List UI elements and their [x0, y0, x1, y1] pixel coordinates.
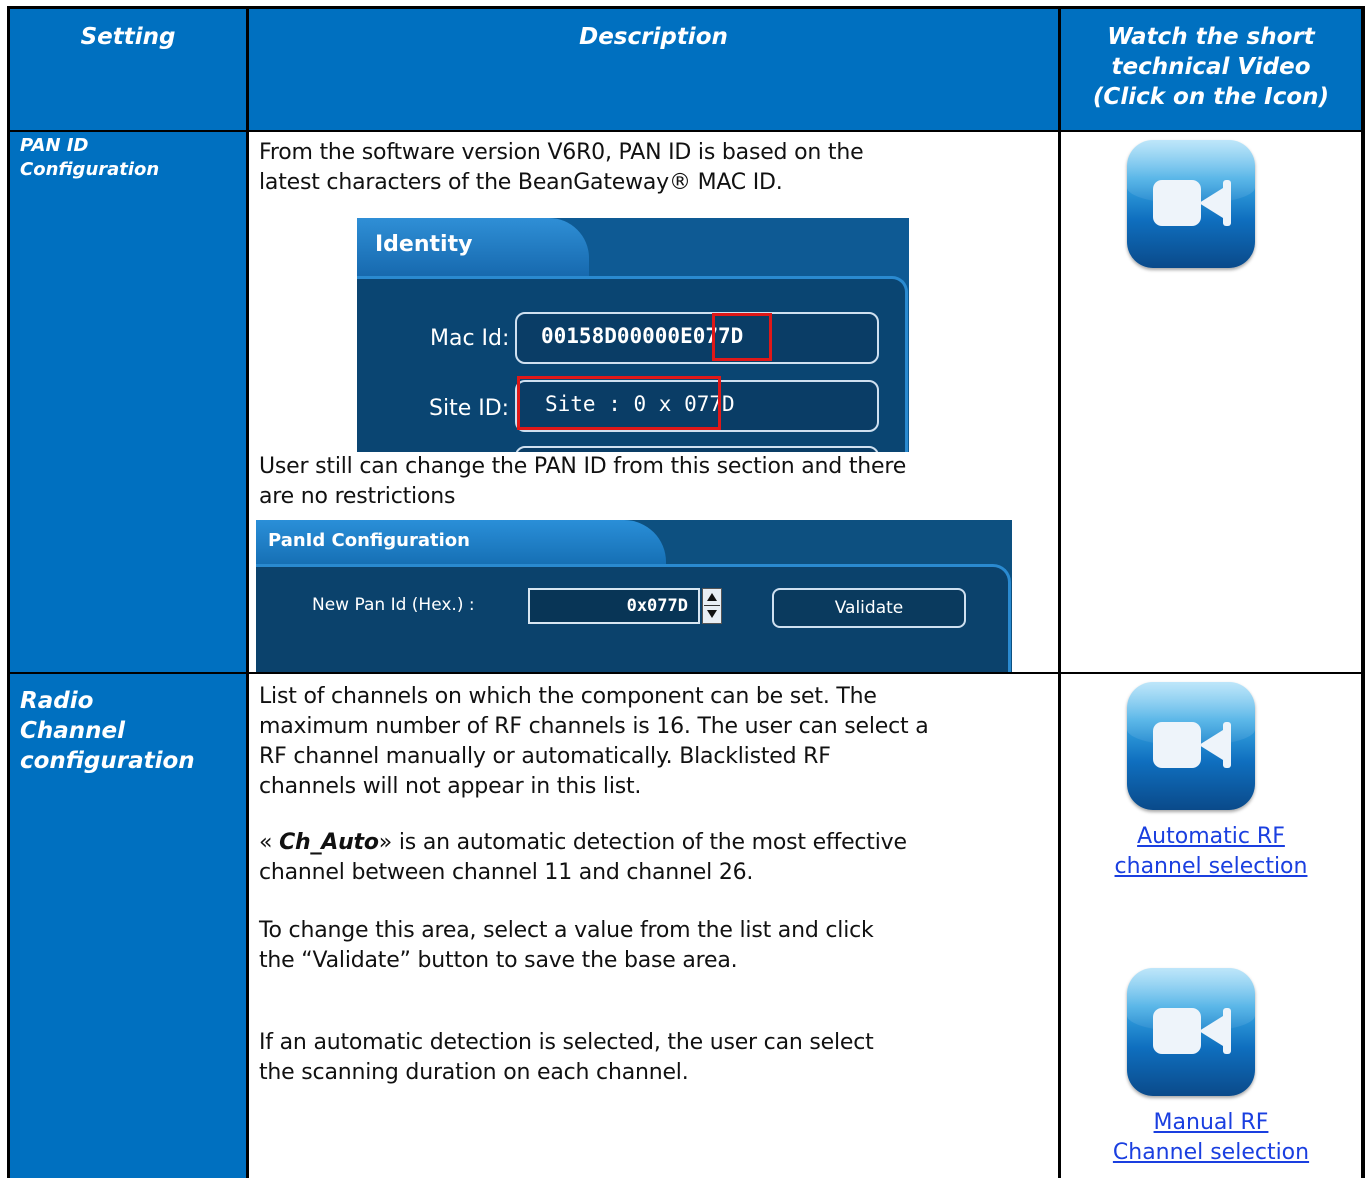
- highlight-box: [712, 313, 772, 361]
- header-setting: Setting: [10, 8, 246, 144]
- pan-id-value: 0x077D: [626, 596, 688, 616]
- text-line: List of channels on which the component …: [259, 684, 877, 709]
- site-id-label: Site ID:: [429, 396, 510, 421]
- setting-label: Configuration: [20, 159, 160, 180]
- panid-screenshot: PanId Configuration New Pan Id (Hex.) : …: [256, 520, 1012, 672]
- table-border: [8, 6, 1365, 9]
- setting-cell-pan-id: PAN ID Configuration: [10, 132, 246, 672]
- table-border: [1058, 6, 1061, 1178]
- link-line: Automatic RF: [1137, 824, 1285, 849]
- table-border: [7, 6, 10, 1178]
- text-line: are no restrictions: [259, 484, 456, 509]
- link-line: Manual RF: [1153, 1110, 1269, 1135]
- text-line: maximum number of RF channels is 16. The…: [259, 714, 929, 739]
- text-line: User still can change the PAN ID from th…: [259, 454, 907, 479]
- table-border: [1361, 6, 1365, 1178]
- header-video-line: technical Video: [1111, 54, 1311, 80]
- table-border: [246, 6, 249, 1178]
- header-setting-label: Setting: [80, 24, 176, 50]
- manual-rf-link[interactable]: Manual RF Channel selection: [1061, 1108, 1361, 1168]
- header-description: Description: [249, 8, 1058, 144]
- header-video: Watch the short technical Video (Click o…: [1061, 8, 1361, 144]
- spinner-icon[interactable]: [702, 588, 722, 624]
- quote-open: «: [259, 830, 280, 855]
- text-line: From the software version V6R0, PAN ID i…: [259, 140, 864, 165]
- highlight-box: [517, 376, 721, 430]
- text-line: If an automatic detection is selected, t…: [259, 1030, 874, 1055]
- new-pan-id-label: New Pan Id (Hex.) :: [312, 595, 475, 615]
- mac-id-field[interactable]: 00158D00000E077D: [515, 312, 879, 364]
- setting-label: configuration: [20, 748, 195, 774]
- identity-screenshot: Identity Mac Id: 00158D00000E077D Site I…: [357, 218, 909, 452]
- description-cell-pan-id: From the software version V6R0, PAN ID i…: [249, 132, 1058, 672]
- link-line: Channel selection: [1112, 1140, 1310, 1165]
- validate-button[interactable]: Validate: [772, 588, 966, 628]
- video-cell-radio-channel: Automatic RF channel selection Manual RF…: [1061, 674, 1361, 1178]
- link-line: channel selection: [1114, 854, 1308, 879]
- identity-tab: Identity: [375, 232, 473, 257]
- text-line: latest characters of the BeanGateway® MA…: [259, 170, 783, 195]
- settings-table: Setting Description Watch the short tech…: [0, 0, 1370, 1178]
- video-cell-pan-id: [1061, 132, 1361, 672]
- video-camera-icon[interactable]: [1127, 140, 1255, 268]
- setting-label: Radio: [20, 688, 94, 714]
- text-line: « Ch_Auto» is an automatic detection of …: [259, 828, 907, 858]
- text-line: the scanning duration on each channel.: [259, 1060, 689, 1085]
- video-camera-icon[interactable]: [1127, 682, 1255, 810]
- text-line: the “Validate” button to save the base a…: [259, 948, 738, 973]
- setting-cell-radio-channel: Radio Channel configuration: [10, 674, 246, 1178]
- validate-label: Validate: [834, 598, 904, 618]
- video-camera-icon[interactable]: [1127, 968, 1255, 1096]
- description-cell-radio-channel: List of channels on which the component …: [249, 674, 1058, 1178]
- setting-label: PAN ID: [20, 135, 89, 156]
- text-line: channels will not appear in this list.: [259, 774, 642, 799]
- header-video-line: (Click on the Icon): [1092, 84, 1330, 110]
- mac-id-label: Mac Id:: [430, 326, 510, 351]
- setting-label: Channel: [20, 718, 126, 744]
- table-border: [8, 672, 1365, 674]
- table-border: [8, 130, 1365, 132]
- automatic-rf-link[interactable]: Automatic RF channel selection: [1061, 822, 1361, 882]
- panid-tab: PanId Configuration: [268, 530, 470, 551]
- text-fragment: » is an automatic detection of the most …: [378, 830, 907, 855]
- ch-auto-term: Ch_Auto: [279, 830, 379, 855]
- text-line: channel between channel 11 and channel 2…: [259, 860, 754, 885]
- pan-id-input[interactable]: 0x077D: [528, 588, 700, 624]
- text-line: To change this area, select a value from…: [259, 918, 874, 943]
- header-description-label: Description: [579, 24, 728, 50]
- text-line: RF channel manually or automatically. Bl…: [259, 744, 831, 769]
- header-video-line: Watch the short: [1107, 24, 1315, 50]
